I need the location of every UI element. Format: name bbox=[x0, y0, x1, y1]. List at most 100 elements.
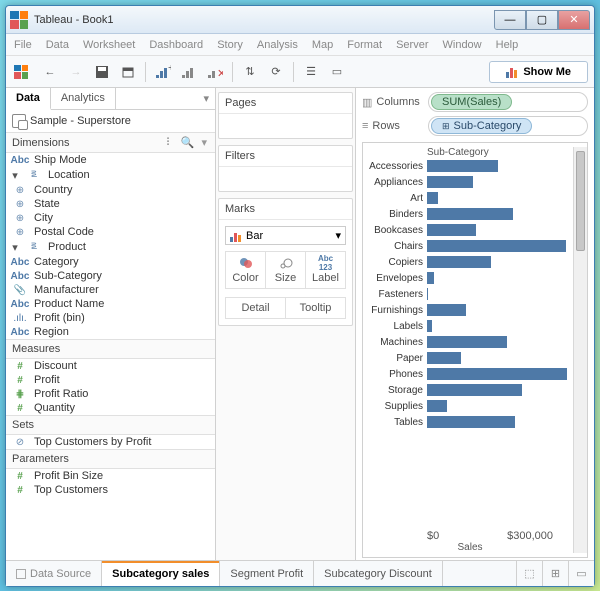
bar[interactable] bbox=[427, 240, 566, 252]
bar[interactable] bbox=[427, 272, 434, 284]
field-region[interactable]: AbcRegion bbox=[6, 325, 215, 339]
menu-server[interactable]: Server bbox=[396, 39, 428, 51]
columns-pill-sum-sales[interactable]: SUM(Sales) bbox=[431, 94, 512, 110]
presentation-button[interactable]: ▭ bbox=[325, 60, 349, 84]
bar[interactable] bbox=[427, 208, 513, 220]
menu-map[interactable]: Map bbox=[312, 39, 333, 51]
field-product[interactable]: ▾౾Product bbox=[6, 239, 215, 255]
new-sheet-icon[interactable]: ⬚ bbox=[516, 561, 542, 586]
show-me-button[interactable]: Show Me bbox=[489, 61, 588, 83]
chart-scrollbar[interactable] bbox=[573, 147, 587, 553]
bar[interactable] bbox=[427, 368, 567, 380]
bar[interactable] bbox=[427, 336, 507, 348]
bar[interactable] bbox=[427, 192, 438, 204]
tab-analytics[interactable]: Analytics bbox=[51, 88, 116, 109]
field-postal[interactable]: ⊕Postal Code bbox=[6, 225, 215, 239]
fit-button[interactable]: ☰ bbox=[299, 60, 323, 84]
rows-pill-subcategory[interactable]: ⊞Sub-Category bbox=[431, 118, 532, 134]
field-category[interactable]: AbcCategory bbox=[6, 255, 215, 269]
swap-button[interactable]: ⇅ bbox=[238, 60, 262, 84]
field-discount[interactable]: #Discount bbox=[6, 359, 215, 373]
menu-dashboard[interactable]: Dashboard bbox=[149, 39, 203, 51]
field-product-name[interactable]: AbcProduct Name bbox=[6, 297, 215, 311]
bar[interactable] bbox=[427, 320, 432, 332]
close-button[interactable]: ✕ bbox=[558, 10, 590, 30]
field-profit-ratio[interactable]: ⋕Profit Ratio bbox=[6, 387, 215, 401]
field-profit[interactable]: #Profit bbox=[6, 373, 215, 387]
back-button[interactable]: ← bbox=[38, 60, 62, 84]
rows-shelf[interactable]: ≡Rows ⊞Sub-Category bbox=[362, 116, 588, 136]
columns-shelf[interactable]: ▥Columns SUM(Sales) bbox=[362, 92, 588, 112]
field-profit-bin[interactable]: .ılı.Profit (bin) bbox=[6, 311, 215, 325]
bar[interactable] bbox=[427, 176, 473, 188]
filters-card[interactable]: Filters bbox=[218, 145, 353, 192]
label-icon: Abc123 bbox=[318, 256, 333, 270]
bar[interactable] bbox=[427, 224, 476, 236]
menu-window[interactable]: Window bbox=[443, 39, 482, 51]
bar[interactable] bbox=[427, 352, 461, 364]
tab-data[interactable]: Data bbox=[6, 88, 51, 110]
field-city[interactable]: ⊕City bbox=[6, 211, 215, 225]
clear-button[interactable]: ✕ bbox=[203, 60, 227, 84]
refresh-button[interactable]: ⟳ bbox=[264, 60, 288, 84]
maximize-button[interactable]: ▢ bbox=[526, 10, 558, 30]
menu-file[interactable]: File bbox=[14, 39, 32, 51]
tab-segment-profit[interactable]: Segment Profit bbox=[220, 561, 314, 586]
chart-view[interactable]: Sub-Category AccessoriesAppliancesArtBin… bbox=[362, 142, 588, 558]
field-state[interactable]: ⊕State bbox=[6, 197, 215, 211]
pane-menu-icon[interactable]: ▾ bbox=[197, 88, 215, 109]
filters-header: Filters bbox=[219, 146, 352, 167]
field-quantity[interactable]: #Quantity bbox=[6, 401, 215, 415]
mark-label-button[interactable]: Abc123Label bbox=[306, 251, 346, 289]
columns-icon: ▥ bbox=[362, 96, 372, 109]
tab-datasource[interactable]: Data Source bbox=[6, 561, 102, 586]
menu-story[interactable]: Story bbox=[217, 39, 243, 51]
bar-label: Chairs bbox=[367, 241, 427, 252]
param-top-customers[interactable]: #Top Customers bbox=[6, 483, 215, 497]
datasource-row[interactable]: Sample - Superstore bbox=[6, 110, 215, 132]
menu-help[interactable]: Help bbox=[496, 39, 519, 51]
bar[interactable] bbox=[427, 256, 491, 268]
dimensions-tools[interactable]: ⠇ 🔍 ▾ bbox=[166, 136, 209, 149]
bar[interactable] bbox=[427, 160, 498, 172]
param-profit-bin[interactable]: #Profit Bin Size bbox=[6, 469, 215, 483]
bar[interactable] bbox=[427, 416, 515, 428]
mark-type-select[interactable]: Bar ▾ bbox=[225, 226, 346, 245]
size-icon bbox=[279, 256, 293, 270]
new-datasource-button[interactable] bbox=[116, 60, 140, 84]
x-axis-label: Sales bbox=[367, 542, 573, 553]
datasource-icon bbox=[12, 114, 26, 128]
forward-button[interactable]: → bbox=[64, 60, 88, 84]
bar[interactable] bbox=[427, 304, 466, 316]
tableau-logo-icon bbox=[10, 11, 28, 29]
color-icon bbox=[239, 256, 253, 270]
tab-subcategory-sales[interactable]: Subcategory sales bbox=[102, 561, 220, 586]
bar[interactable] bbox=[427, 288, 428, 300]
mark-size-button[interactable]: Size bbox=[266, 251, 306, 289]
field-country[interactable]: ⊕Country bbox=[6, 183, 215, 197]
duplicate-button[interactable] bbox=[177, 60, 201, 84]
bar-row: Copiers bbox=[367, 254, 573, 270]
pages-card[interactable]: Pages bbox=[218, 92, 353, 139]
menu-data[interactable]: Data bbox=[46, 39, 69, 51]
bar[interactable] bbox=[427, 400, 447, 412]
mark-tooltip-button[interactable]: Tooltip bbox=[286, 297, 346, 319]
mark-color-button[interactable]: Color bbox=[225, 251, 266, 289]
field-manufacturer[interactable]: 📎Manufacturer bbox=[6, 283, 215, 297]
mark-detail-button[interactable]: Detail bbox=[225, 297, 286, 319]
new-worksheet-button[interactable]: + bbox=[151, 60, 175, 84]
new-dashboard-icon[interactable]: ⊞ bbox=[542, 561, 568, 586]
field-location[interactable]: ▾౾Location bbox=[6, 167, 215, 183]
tableau-icon[interactable] bbox=[12, 60, 36, 84]
field-subcategory[interactable]: AbcSub-Category bbox=[6, 269, 215, 283]
field-ship-mode[interactable]: AbcShip Mode bbox=[6, 153, 215, 167]
menu-format[interactable]: Format bbox=[347, 39, 382, 51]
tab-subcategory-discount[interactable]: Subcategory Discount bbox=[314, 561, 443, 586]
menu-analysis[interactable]: Analysis bbox=[257, 39, 298, 51]
menu-worksheet[interactable]: Worksheet bbox=[83, 39, 135, 51]
new-story-icon[interactable]: ▭ bbox=[568, 561, 594, 586]
minimize-button[interactable]: — bbox=[494, 10, 526, 30]
save-button[interactable] bbox=[90, 60, 114, 84]
field-top-customers-set[interactable]: ⊘Top Customers by Profit bbox=[6, 435, 215, 449]
bar[interactable] bbox=[427, 384, 522, 396]
